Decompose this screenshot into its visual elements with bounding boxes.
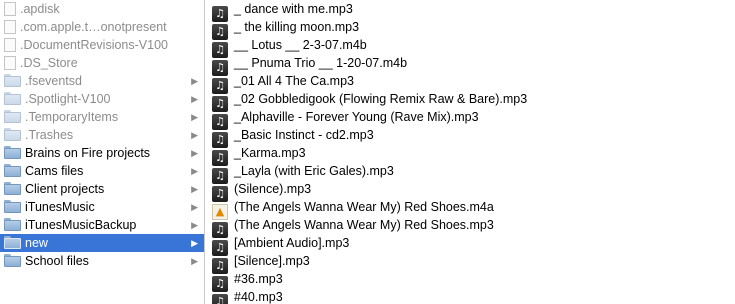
file-item-label: _01 All 4 The Ca.mp3: [234, 74, 354, 88]
file-item-label: [Ambient Audio].mp3: [234, 236, 350, 250]
folder-icon: [4, 110, 21, 123]
folder-item-label: iTunesMusicBackup: [25, 218, 137, 232]
folder-item-com-apple-t-onotpresent[interactable]: .com.apple.t…onotpresent: [0, 18, 204, 36]
chevron-right-icon: ▶: [191, 130, 198, 140]
file-item[interactable]: ♫ _ dance with me.mp3: [205, 0, 735, 22]
folder-icon: [4, 182, 21, 195]
file-item-label: _ the killing moon.mp3: [234, 20, 360, 34]
folder-item-documentrevisions-v100[interactable]: .DocumentRevisions-V100: [0, 36, 204, 54]
chevron-right-icon: ▶: [191, 166, 198, 176]
folder-item-brains-on-fire-projects[interactable]: Brains on Fire projects ▶: [0, 144, 204, 162]
file-item-label: _Alphaville - Forever Young (Rave Mix).m…: [234, 110, 479, 124]
file-item[interactable]: ♫ _ the killing moon.mp3: [205, 18, 735, 40]
file-item[interactable]: ♫ _Alphaville - Forever Young (Rave Mix).…: [205, 108, 735, 130]
file-item-label: _Karma.mp3: [234, 146, 306, 160]
file-item[interactable]: ♫ __ Lotus __ 2-3-07.m4b: [205, 36, 735, 58]
file-item[interactable]: ♫ _01 All 4 The Ca.mp3: [205, 72, 735, 94]
folder-item-itunesmusic[interactable]: iTunesMusic ▶: [0, 198, 204, 216]
document-icon: [4, 56, 16, 70]
chevron-right-icon: ▶: [191, 238, 198, 248]
folder-item-new[interactable]: new ▶: [0, 234, 204, 252]
document-icon: [4, 20, 16, 34]
folder-item-ds-store[interactable]: .DS_Store: [0, 54, 204, 72]
folder-item-label: new: [25, 236, 48, 250]
folder-icon: [4, 128, 21, 141]
file-item[interactable]: ♫ _Basic Instinct - cd2.mp3: [205, 126, 735, 148]
file-item-label: #40.mp3: [234, 290, 283, 304]
document-icon: [4, 2, 16, 16]
folder-item-label: Client projects: [25, 182, 105, 196]
file-item-label: _02 Gobbledigook (Flowing Remix Raw & Ba…: [234, 92, 528, 106]
folder-item-cams-files[interactable]: Cams files ▶: [0, 162, 204, 180]
chevron-right-icon: ▶: [191, 94, 198, 104]
file-item-label: __ Pnuma Trio __ 1-20-07.m4b: [234, 56, 408, 70]
file-item[interactable]: ♫ __ Pnuma Trio __ 1-20-07.m4b: [205, 54, 735, 76]
folder-icon: [4, 74, 21, 87]
chevron-right-icon: ▶: [191, 184, 198, 194]
folder-icon: [4, 164, 21, 177]
file-item-label: _ dance with me.mp3: [234, 2, 353, 16]
folder-item-label: .DS_Store: [20, 56, 78, 70]
file-item[interactable]: ♫ (Silence).mp3: [205, 180, 735, 202]
folder-item-trashes[interactable]: .Trashes ▶: [0, 126, 204, 144]
folder-item-label: .DocumentRevisions-V100: [20, 38, 168, 52]
folder-item-label: .Spotlight-V100: [25, 92, 111, 106]
chevron-right-icon: ▶: [191, 112, 198, 122]
document-icon: [4, 38, 16, 52]
file-item[interactable]: ♫ [Silence].mp3: [205, 252, 735, 274]
file-item-label: (The Angels Wanna Wear My) Red Shoes.m4a: [234, 200, 494, 214]
file-item[interactable]: ♫ _Karma.mp3: [205, 144, 735, 166]
folder-item-apdisk[interactable]: .apdisk: [0, 0, 204, 18]
folder-icon: [4, 92, 21, 105]
file-item-label: (Silence).mp3: [234, 182, 312, 196]
file-item[interactable]: ♫ _02 Gobbledigook (Flowing Remix Raw & B…: [205, 90, 735, 112]
folder-icon: [4, 236, 21, 249]
chevron-right-icon: ▶: [191, 202, 198, 212]
file-item[interactable]: ♫ #40.mp3: [205, 288, 735, 304]
file-item[interactable]: ♫ _Layla (with Eric Gales).mp3: [205, 162, 735, 184]
file-item[interactable]: ♫ #36.mp3: [205, 270, 735, 292]
folder-icon: [4, 218, 21, 231]
folder-item-school-files[interactable]: School files ▶: [0, 252, 204, 270]
file-item-label: #36.mp3: [234, 272, 283, 286]
folder-item-spotlight-v100[interactable]: .Spotlight-V100 ▶: [0, 90, 204, 108]
music-file-icon: ♫: [212, 294, 228, 304]
file-item[interactable]: ♫ [Ambient Audio].mp3: [205, 234, 735, 256]
chevron-right-icon: ▶: [191, 256, 198, 266]
file-item-label: [Silence].mp3: [234, 254, 310, 268]
file-item-label: _Layla (with Eric Gales).mp3: [234, 164, 394, 178]
folder-item-label: .Trashes: [25, 128, 74, 142]
folder-item-itunesmusicbackup[interactable]: iTunesMusicBackup ▶: [0, 216, 204, 234]
folder-item-client-projects[interactable]: Client projects ▶: [0, 180, 204, 198]
file-item[interactable]: ♫ (The Angels Wanna Wear My) Red Shoes.mp…: [205, 216, 735, 238]
folder-item-label: .TemporaryItems: [25, 110, 119, 124]
folder-item-temporaryitems[interactable]: .TemporaryItems ▶: [0, 108, 204, 126]
file-item-label: _Basic Instinct - cd2.mp3: [234, 128, 374, 142]
file-item-label: (The Angels Wanna Wear My) Red Shoes.mp3: [234, 218, 494, 232]
chevron-right-icon: ▶: [191, 148, 198, 158]
folder-item-label: .fseventsd: [25, 74, 82, 88]
folder-item-label: iTunesMusic: [25, 200, 95, 214]
folder-icon: [4, 254, 21, 267]
file-item[interactable]: ▲ (The Angels Wanna Wear My) Red Shoes.m4…: [205, 198, 735, 220]
file-item-label: __ Lotus __ 2-3-07.m4b: [234, 38, 367, 52]
folder-item-label: .apdisk: [20, 2, 60, 16]
folder-item-label: Brains on Fire projects: [25, 146, 151, 160]
folder-item-label: School files: [25, 254, 89, 268]
chevron-right-icon: ▶: [191, 220, 198, 230]
file-column: ♫ _ dance with me.mp3 ♫ _ the killing moon.…: [205, 0, 735, 304]
folder-icon: [4, 146, 21, 159]
folder-icon: [4, 200, 21, 213]
folder-item-label: .com.apple.t…onotpresent: [20, 20, 167, 34]
folder-item-label: Cams files: [25, 164, 84, 178]
folder-item-fseventsd[interactable]: .fseventsd ▶: [0, 72, 204, 90]
folder-column: .apdisk .com.apple.t…onotpresent .Document…: [0, 0, 204, 304]
chevron-right-icon: ▶: [191, 76, 198, 86]
